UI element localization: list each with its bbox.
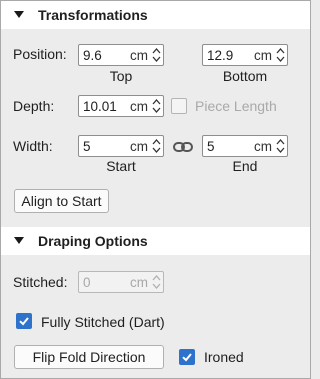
width-end-field[interactable]: 5 cm <box>202 135 288 157</box>
depth-label: Depth: <box>13 98 55 114</box>
fully-stitched-label: Fully Stitched (Dart) <box>41 314 165 330</box>
stitched-label: Stitched: <box>13 274 68 290</box>
depth-field[interactable]: 10.01 cm <box>78 95 164 117</box>
width-end-caption: End <box>232 158 258 174</box>
depth-value[interactable]: 10.01 <box>83 99 117 114</box>
width-start-field[interactable]: 5 cm <box>78 135 164 157</box>
properties-panel: Transformations Position: 9.6 cm Top 12.… <box>0 0 311 379</box>
stepper-arrows-icon[interactable] <box>152 98 161 114</box>
width-start-caption: Start <box>106 158 136 174</box>
width-end-value[interactable]: 5 <box>207 139 215 154</box>
flip-fold-direction-button[interactable]: Flip Fold Direction <box>14 345 164 369</box>
piece-length-label: Piece Length <box>195 98 277 114</box>
collapse-triangle-icon[interactable] <box>14 11 24 18</box>
width-label: Width: <box>13 138 53 154</box>
stepper-arrows-icon[interactable] <box>152 47 161 63</box>
piece-length-checkbox[interactable] <box>171 98 187 114</box>
width-end-unit: cm <box>254 139 272 154</box>
width-start-value[interactable]: 5 <box>83 139 91 154</box>
position-bottom-field[interactable]: 12.9 cm <box>202 44 288 66</box>
stepper-arrows-icon[interactable] <box>276 138 285 154</box>
stitched-value: 0 <box>83 275 91 290</box>
position-bottom-value[interactable]: 12.9 <box>207 48 233 63</box>
stepper-arrows-icon <box>152 275 161 289</box>
checkmark-icon <box>182 353 192 362</box>
stepper-arrows-icon[interactable] <box>152 138 161 154</box>
position-bottom-unit: cm <box>254 48 272 63</box>
draping-options-section-header[interactable]: Draping Options <box>1 227 310 255</box>
stepper-arrows-icon[interactable] <box>276 47 285 63</box>
checkmark-icon <box>19 317 29 326</box>
chain-link-icon[interactable] <box>173 141 193 153</box>
depth-unit: cm <box>130 99 148 114</box>
stitched-unit: cm <box>130 275 148 290</box>
stitched-field: 0 cm <box>78 271 164 293</box>
collapse-triangle-icon[interactable] <box>14 237 24 244</box>
ironed-label: Ironed <box>204 349 244 365</box>
draping-options-title: Draping Options <box>38 233 148 249</box>
position-label: Position: <box>13 46 67 62</box>
ironed-checkbox[interactable] <box>179 349 195 365</box>
position-top-caption: Top <box>109 68 133 84</box>
transformations-title: Transformations <box>38 7 148 23</box>
position-bottom-caption: Bottom <box>222 68 268 84</box>
fully-stitched-checkbox[interactable] <box>16 313 32 329</box>
transformations-section-header[interactable]: Transformations <box>1 1 310 29</box>
position-top-field[interactable]: 9.6 cm <box>78 44 164 66</box>
position-top-unit: cm <box>130 48 148 63</box>
position-top-value[interactable]: 9.6 <box>83 48 102 63</box>
width-start-unit: cm <box>130 139 148 154</box>
align-to-start-button[interactable]: Align to Start <box>14 189 109 213</box>
